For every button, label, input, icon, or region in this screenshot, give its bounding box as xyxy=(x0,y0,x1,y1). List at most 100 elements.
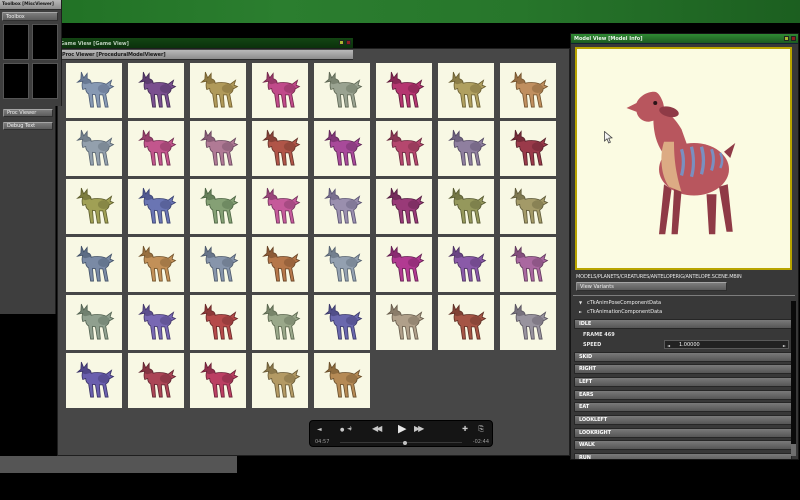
step-back-button[interactable]: ◄ xyxy=(317,427,322,433)
close-icon[interactable] xyxy=(791,36,796,41)
creature-variant-thumbnail[interactable] xyxy=(500,237,556,292)
desktop-taskbar xyxy=(0,0,800,23)
animation-idle[interactable]: IDLE xyxy=(574,319,792,329)
creature-variant-thumbnail[interactable] xyxy=(376,295,432,350)
creature-variant-thumbnail[interactable] xyxy=(66,121,122,176)
creature-variant-thumbnail[interactable] xyxy=(190,63,246,118)
toolbox-title: Toolbox [MiscViewer] xyxy=(2,2,54,7)
creature-variant-thumbnail[interactable] xyxy=(252,63,308,118)
fit-icon[interactable]: ✚ xyxy=(462,426,468,433)
creature-variant-thumbnail[interactable] xyxy=(438,121,494,176)
creature-variant-thumbnail[interactable] xyxy=(66,63,122,118)
animation-lookright[interactable]: LOOKRIGHT xyxy=(574,427,792,438)
creature-variant-thumbnail[interactable] xyxy=(500,121,556,176)
mouse-cursor xyxy=(604,131,613,144)
animation-walk[interactable]: WALK xyxy=(574,440,792,451)
creature-variant-thumbnail[interactable] xyxy=(128,63,184,118)
animation-lookleft[interactable]: LOOKLEFT xyxy=(574,414,792,425)
creature-variant-thumbnail[interactable] xyxy=(190,179,246,234)
creature-variant-thumbnail[interactable] xyxy=(438,63,494,118)
export-icon[interactable]: ⎘ xyxy=(478,426,484,433)
toolbox-titlebar[interactable]: Toolbox [MiscViewer] xyxy=(0,0,61,10)
animation-left[interactable]: LEFT xyxy=(574,376,792,387)
minimize-icon[interactable] xyxy=(784,36,789,41)
creature-variant-thumbnail[interactable] xyxy=(190,295,246,350)
creature-variant-thumbnail[interactable] xyxy=(128,179,184,234)
component-label: cTkAnimPoseComponentData xyxy=(587,299,662,306)
toolbox-button[interactable]: Toolbox xyxy=(2,12,58,21)
creature-variant-thumbnail[interactable] xyxy=(376,121,432,176)
creature-variant-thumbnail[interactable] xyxy=(438,237,494,292)
toolbox-slot[interactable] xyxy=(3,63,29,99)
creature-variant-thumbnail[interactable] xyxy=(128,295,184,350)
creature-variant-thumbnail[interactable] xyxy=(252,179,308,234)
creature-variant-thumbnail[interactable] xyxy=(66,179,122,234)
component-ctkanimposecomponentdata[interactable]: ▼ cTkAnimPoseComponentData xyxy=(579,298,662,307)
component-ctkanimationcomponentdata[interactable]: ► cTkAnimationComponentData xyxy=(579,307,662,316)
toolbox-slot[interactable] xyxy=(32,63,58,99)
scrollbar[interactable] xyxy=(791,301,796,456)
sidebar-item-debug-text[interactable]: Debug Text xyxy=(3,122,53,130)
animation-run[interactable]: RUN xyxy=(574,453,792,460)
close-icon[interactable] xyxy=(346,40,351,45)
creature-variant-thumbnail[interactable] xyxy=(128,237,184,292)
creature-variant-thumbnail[interactable] xyxy=(438,179,494,234)
animation-label: RUN xyxy=(579,455,591,460)
creature-variant-thumbnail[interactable] xyxy=(190,121,246,176)
creature-variant-thumbnail[interactable] xyxy=(314,295,370,350)
expanded-arrow-icon[interactable]: ▼ xyxy=(579,300,584,305)
creature-variant-thumbnail[interactable] xyxy=(376,63,432,118)
animation-skid[interactable]: SKID xyxy=(574,351,792,362)
toolbox-slot[interactable] xyxy=(3,24,29,60)
minimize-icon[interactable] xyxy=(339,40,344,45)
creature-variant-thumbnail[interactable] xyxy=(252,295,308,350)
creature-variant-thumbnail[interactable] xyxy=(190,237,246,292)
seek-handle[interactable] xyxy=(403,440,408,445)
scrollbar-thumb[interactable] xyxy=(791,444,796,456)
animation-right[interactable]: RIGHT xyxy=(574,364,792,375)
fast-forward-button[interactable]: ▶▶ xyxy=(414,425,424,433)
toolbox-slot[interactable] xyxy=(32,24,58,60)
creature-variant-thumbnail[interactable] xyxy=(252,121,308,176)
model-view-titlebar[interactable]: Model View [Model Info] xyxy=(571,34,798,44)
creature-variant-thumbnail[interactable] xyxy=(376,237,432,292)
creature-variant-thumbnail[interactable] xyxy=(314,63,370,118)
creature-variant-thumbnail[interactable] xyxy=(438,295,494,350)
creature-variant-thumbnail[interactable] xyxy=(128,121,184,176)
creature-variant-thumbnail[interactable] xyxy=(314,237,370,292)
animation-ears[interactable]: EARS xyxy=(574,389,792,400)
creature-variant-thumbnail[interactable] xyxy=(190,353,246,408)
proc-viewer-titlebar[interactable]: Proc Viewer [ProceduralModelViewer] xyxy=(60,50,353,60)
rewind-button[interactable]: ◀◀ xyxy=(372,425,382,433)
speed-spinner[interactable]: ◄ 1.00000 ► xyxy=(664,339,789,349)
creature-variant-thumbnail[interactable] xyxy=(252,237,308,292)
creature-variant-thumbnail[interactable] xyxy=(66,295,122,350)
seek-slider[interactable] xyxy=(340,440,462,445)
creature-variant-thumbnail[interactable] xyxy=(66,237,122,292)
record-icon[interactable]: ● xyxy=(340,428,344,433)
creature-variant-thumbnail[interactable] xyxy=(314,179,370,234)
increment-arrow-icon[interactable]: ► xyxy=(783,343,786,348)
creature-variant-thumbnail[interactable] xyxy=(500,179,556,234)
animation-eat[interactable]: EAT xyxy=(574,402,792,413)
sidebar-item-proc-viewer[interactable]: Proc Viewer xyxy=(3,109,53,117)
proc-viewer-window: Proc Viewer [ProceduralModelViewer] ◄ ● … xyxy=(57,48,570,456)
creature-variant-thumbnail[interactable] xyxy=(500,63,556,118)
creature-variant-thumbnail[interactable] xyxy=(500,295,556,350)
decrement-arrow-icon[interactable]: ◄ xyxy=(667,343,670,348)
creature-variant-thumbnail[interactable] xyxy=(314,121,370,176)
animation-label: RIGHT xyxy=(579,366,596,373)
collapsed-arrow-icon[interactable]: ► xyxy=(579,309,584,314)
model-viewport[interactable] xyxy=(575,47,792,270)
volume-icon[interactable]: ◄) xyxy=(347,427,352,432)
creature-variant-thumbnail[interactable] xyxy=(314,353,370,408)
animation-label: LEFT xyxy=(579,378,593,385)
creature-variant-thumbnail[interactable] xyxy=(376,179,432,234)
view-variants-button[interactable]: View Variants xyxy=(576,282,727,291)
creature-variant-thumbnail[interactable] xyxy=(252,353,308,408)
play-button[interactable]: ▶ xyxy=(398,423,406,434)
creature-variant-thumbnail[interactable] xyxy=(128,353,184,408)
toolbox-slots xyxy=(3,24,58,99)
creature-variant-thumbnail[interactable] xyxy=(66,353,122,408)
screen: TWEAK BACK Tools ToolboxModel ViewGame V… xyxy=(0,0,800,500)
